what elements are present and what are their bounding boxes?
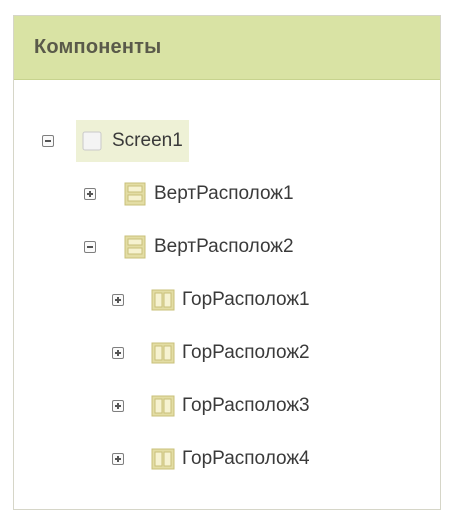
tree-node-hor3: ГорРасполож3 — [112, 385, 316, 427]
tree-node-hor1-row[interactable]: ГорРасполож1 — [146, 279, 316, 321]
expand-toggle-icon[interactable] — [84, 188, 96, 200]
tree-node-vert1-row[interactable]: ВертРасполож1 — [118, 173, 300, 215]
horizontal-arrangement-icon — [151, 342, 175, 364]
tree-node-hor4-row[interactable]: ГорРасполож4 — [146, 438, 316, 480]
tree-node-label: ГорРасполож4 — [182, 448, 310, 469]
collapse-toggle-icon[interactable] — [84, 241, 96, 253]
expand-toggle-icon[interactable] — [112, 453, 124, 465]
tree-node-screen1: Screen1 — [42, 120, 189, 162]
tree-node-label: ГорРасполож3 — [182, 395, 310, 416]
collapse-toggle-icon[interactable] — [42, 135, 54, 147]
horizontal-arrangement-icon — [151, 395, 175, 417]
tree-node-label: ГорРасполож1 — [182, 289, 310, 310]
components-panel: Компоненты Screen1 ВертРасполож1 ВертРас… — [13, 15, 441, 510]
tree-node-hor3-row[interactable]: ГорРасполож3 — [146, 385, 316, 427]
tree-node-label: ГорРасполож2 — [182, 342, 310, 363]
tree-node-hor2-row[interactable]: ГорРасполож2 — [146, 332, 316, 374]
tree-node-hor2: ГорРасполож2 — [112, 332, 316, 374]
tree-node-vert2-row[interactable]: ВертРасполож2 — [118, 226, 300, 268]
expand-toggle-icon[interactable] — [112, 347, 124, 359]
expand-toggle-icon[interactable] — [112, 294, 124, 306]
tree-node-screen1-row[interactable]: Screen1 — [76, 120, 189, 162]
panel-header: Компоненты — [14, 16, 440, 80]
expand-toggle-icon[interactable] — [112, 400, 124, 412]
tree-node-vert1: ВертРасполож1 — [84, 173, 300, 215]
screen-icon — [82, 131, 102, 151]
vertical-arrangement-icon — [124, 235, 146, 259]
tree-node-label: ВертРасполож2 — [154, 236, 294, 257]
tree-node-vert2: ВертРасполож2 — [84, 226, 300, 268]
tree-node-hor1: ГорРасполож1 — [112, 279, 316, 321]
tree-node-label: Screen1 — [112, 130, 183, 151]
horizontal-arrangement-icon — [151, 448, 175, 470]
tree-node-label: ВертРасполож1 — [154, 183, 294, 204]
horizontal-arrangement-icon — [151, 289, 175, 311]
vertical-arrangement-icon — [124, 182, 146, 206]
tree-node-hor4: ГорРасполож4 — [112, 438, 316, 480]
panel-title: Компоненты — [34, 36, 162, 58]
